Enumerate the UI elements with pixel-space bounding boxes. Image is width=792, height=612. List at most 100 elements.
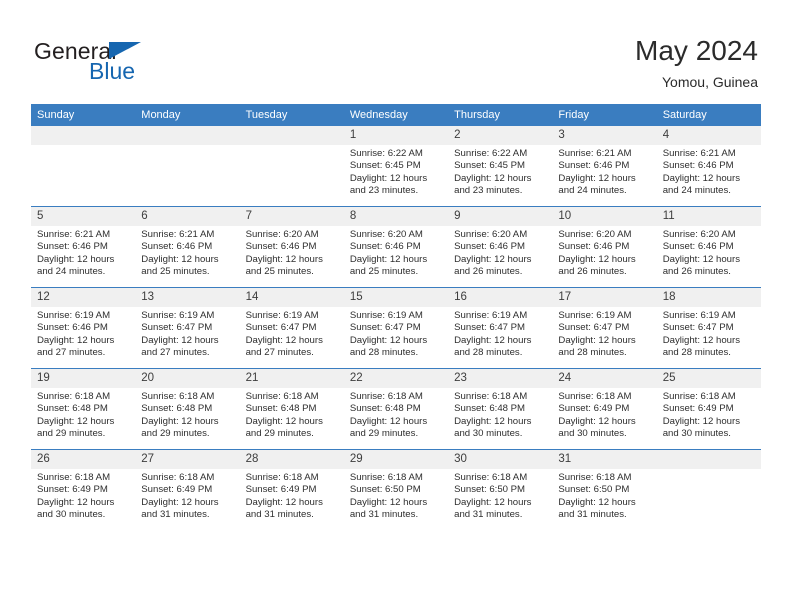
day-sunset-text: Sunset: 6:50 PM bbox=[558, 484, 630, 496]
calendar-day-cell[interactable]: 11 Sunrise: 6:20 AM Sunset: 6:46 PM Dayligh… bbox=[656, 206, 761, 288]
day-details: Sunrise: 6:18 AM Sunset: 6:50 PM Daylight:… bbox=[552, 469, 656, 522]
day-sunset-text: Sunset: 6:48 PM bbox=[37, 403, 108, 415]
day-number bbox=[135, 126, 240, 145]
day-number: 20 bbox=[135, 369, 240, 388]
calendar-day-cell[interactable]: 9 Sunrise: 6:20 AM Sunset: 6:46 PM Daylight… bbox=[448, 206, 553, 288]
day-sunrise-text: Sunrise: 6:18 AM bbox=[558, 391, 632, 402]
calendar-day-cell[interactable]: 3 Sunrise: 6:21 AM Sunset: 6:46 PM Daylight… bbox=[552, 126, 657, 207]
day-sunset-text: Sunset: 6:50 PM bbox=[349, 484, 421, 496]
day-sunrise-text: Sunrise: 6:21 AM bbox=[558, 148, 632, 159]
calendar-week-row: 19 Sunrise: 6:18 AM Sunset: 6:48 PM Dayligh… bbox=[31, 368, 761, 450]
day-daylight2-text: and 25 minutes. bbox=[245, 266, 314, 278]
day-sunrise-text: Sunrise: 6:19 AM bbox=[37, 310, 111, 321]
day-sunrise-text: Sunrise: 6:20 AM bbox=[245, 229, 319, 240]
weekday-header-thursday: Thursday bbox=[448, 104, 553, 126]
calendar-day-cell[interactable]: 6 Sunrise: 6:21 AM Sunset: 6:46 PM Daylight… bbox=[135, 206, 240, 288]
calendar-day-cell[interactable]: 4 Sunrise: 6:21 AM Sunset: 6:46 PM Daylight… bbox=[656, 126, 761, 207]
day-sunset-text: Sunset: 6:46 PM bbox=[37, 322, 108, 334]
day-sunset-text: Sunset: 6:48 PM bbox=[141, 403, 213, 415]
calendar-body: 1 Sunrise: 6:22 AM Sunset: 6:45 PM Daylight… bbox=[31, 126, 761, 530]
day-sunrise-text: Sunrise: 6:20 AM bbox=[349, 229, 423, 240]
calendar-day-cell[interactable]: 16 Sunrise: 6:19 AM Sunset: 6:47 PM Dayligh… bbox=[448, 287, 553, 369]
calendar-day-cell[interactable]: 27 Sunrise: 6:18 AM Sunset: 6:49 PM Dayligh… bbox=[135, 449, 240, 530]
calendar-day-cell[interactable]: 17 Sunrise: 6:19 AM Sunset: 6:47 PM Dayligh… bbox=[552, 287, 657, 369]
calendar-day-cell[interactable]: 12 Sunrise: 6:19 AM Sunset: 6:46 PM Dayligh… bbox=[31, 287, 136, 369]
calendar-day-cell[interactable]: 25 Sunrise: 6:18 AM Sunset: 6:49 PM Dayligh… bbox=[656, 368, 761, 450]
calendar-day-cell[interactable]: 30 Sunrise: 6:18 AM Sunset: 6:50 PM Dayligh… bbox=[448, 449, 553, 530]
calendar-day-cell[interactable]: 2 Sunrise: 6:22 AM Sunset: 6:45 PM Daylight… bbox=[448, 126, 553, 207]
day-daylight2-text: and 27 minutes. bbox=[141, 347, 210, 359]
day-daylight2-text: and 29 minutes. bbox=[349, 428, 419, 440]
day-daylight1-text: Daylight: 12 hours bbox=[37, 496, 115, 508]
day-number: 25 bbox=[656, 369, 761, 388]
calendar-day-cell[interactable]: 31 Sunrise: 6:18 AM Sunset: 6:50 PM Dayligh… bbox=[552, 449, 657, 530]
day-number: 22 bbox=[343, 369, 449, 388]
title-block: May 2024 Yomou, Guinea bbox=[635, 34, 758, 92]
calendar-day-cell[interactable]: 29 Sunrise: 6:18 AM Sunset: 6:50 PM Dayligh… bbox=[343, 449, 449, 530]
day-sunset-text: Sunset: 6:46 PM bbox=[454, 241, 526, 253]
day-details: Sunrise: 6:18 AM Sunset: 6:48 PM Daylight:… bbox=[31, 388, 135, 441]
day-daylight1-text: Daylight: 12 hours bbox=[37, 253, 115, 265]
calendar-day-cell[interactable]: 19 Sunrise: 6:18 AM Sunset: 6:48 PM Dayligh… bbox=[31, 368, 136, 450]
page-title: May 2024 bbox=[635, 35, 758, 66]
calendar-day-cell[interactable]: 8 Sunrise: 6:20 AM Sunset: 6:46 PM Daylight… bbox=[343, 206, 449, 288]
day-number: 17 bbox=[552, 288, 657, 307]
day-daylight1-text: Daylight: 12 hours bbox=[454, 172, 532, 184]
day-daylight1-text: Daylight: 12 hours bbox=[662, 172, 741, 184]
day-details: Sunrise: 6:19 AM Sunset: 6:46 PM Daylight:… bbox=[31, 307, 135, 360]
day-details: Sunrise: 6:18 AM Sunset: 6:48 PM Daylight:… bbox=[135, 388, 239, 441]
day-details: Sunrise: 6:21 AM Sunset: 6:46 PM Daylight:… bbox=[31, 226, 135, 279]
day-sunrise-text: Sunrise: 6:18 AM bbox=[37, 472, 111, 483]
day-number: 11 bbox=[656, 207, 761, 226]
day-daylight2-text: and 27 minutes. bbox=[245, 347, 314, 359]
calendar-day-cell[interactable]: 10 Sunrise: 6:20 AM Sunset: 6:46 PM Dayligh… bbox=[552, 206, 657, 288]
day-daylight1-text: Daylight: 12 hours bbox=[245, 415, 323, 427]
calendar-day-cell[interactable]: 13 Sunrise: 6:19 AM Sunset: 6:47 PM Dayligh… bbox=[135, 287, 240, 369]
day-details: Sunrise: 6:19 AM Sunset: 6:47 PM Daylight:… bbox=[344, 307, 448, 360]
day-daylight2-text: and 25 minutes. bbox=[349, 266, 419, 278]
day-sunrise-text: Sunrise: 6:18 AM bbox=[454, 472, 528, 483]
day-number: 30 bbox=[448, 450, 553, 469]
day-number: 23 bbox=[448, 369, 553, 388]
day-daylight1-text: Daylight: 12 hours bbox=[141, 415, 219, 427]
calendar-week-row: 5 Sunrise: 6:21 AM Sunset: 6:46 PM Daylight… bbox=[31, 206, 761, 288]
calendar-day-cell[interactable]: 14 Sunrise: 6:19 AM Sunset: 6:47 PM Dayligh… bbox=[239, 287, 344, 369]
calendar-day-cell[interactable]: 18 Sunrise: 6:19 AM Sunset: 6:47 PM Dayligh… bbox=[656, 287, 761, 369]
day-details: Sunrise: 6:18 AM Sunset: 6:49 PM Daylight:… bbox=[552, 388, 656, 441]
day-details: Sunrise: 6:19 AM Sunset: 6:47 PM Daylight:… bbox=[448, 307, 552, 360]
day-daylight1-text: Daylight: 12 hours bbox=[141, 334, 219, 346]
day-daylight1-text: Daylight: 12 hours bbox=[454, 496, 532, 508]
calendar-day-cell[interactable]: 20 Sunrise: 6:18 AM Sunset: 6:48 PM Dayligh… bbox=[135, 368, 240, 450]
calendar-page: General Blue May 2024 Yomou, Guinea Sund… bbox=[0, 0, 792, 612]
day-daylight1-text: Daylight: 12 hours bbox=[349, 253, 428, 265]
calendar-day-cell[interactable]: 21 Sunrise: 6:18 AM Sunset: 6:48 PM Dayligh… bbox=[239, 368, 344, 450]
calendar-day-cell[interactable]: 7 Sunrise: 6:20 AM Sunset: 6:46 PM Daylight… bbox=[239, 206, 344, 288]
calendar-day-cell[interactable]: 28 Sunrise: 6:18 AM Sunset: 6:49 PM Dayligh… bbox=[239, 449, 344, 530]
day-details: Sunrise: 6:19 AM Sunset: 6:47 PM Daylight:… bbox=[135, 307, 239, 360]
day-details: Sunrise: 6:19 AM Sunset: 6:47 PM Daylight:… bbox=[240, 307, 344, 360]
weekday-header-saturday: Saturday bbox=[656, 104, 761, 126]
day-details: Sunrise: 6:21 AM Sunset: 6:46 PM Daylight:… bbox=[657, 145, 761, 198]
calendar-day-cell[interactable]: 26 Sunrise: 6:18 AM Sunset: 6:49 PM Dayligh… bbox=[31, 449, 136, 530]
day-sunset-text: Sunset: 6:46 PM bbox=[245, 241, 317, 253]
day-sunrise-text: Sunrise: 6:19 AM bbox=[662, 310, 736, 321]
day-daylight2-text: and 28 minutes. bbox=[349, 347, 419, 359]
day-sunrise-text: Sunrise: 6:18 AM bbox=[37, 391, 111, 402]
day-sunset-text: Sunset: 6:48 PM bbox=[245, 403, 317, 415]
calendar-day-cell[interactable]: 23 Sunrise: 6:18 AM Sunset: 6:48 PM Dayligh… bbox=[448, 368, 553, 450]
weekday-header-monday: Monday bbox=[135, 104, 240, 126]
calendar-day-cell[interactable]: 5 Sunrise: 6:21 AM Sunset: 6:46 PM Daylight… bbox=[31, 206, 136, 288]
calendar-day-cell[interactable]: 15 Sunrise: 6:19 AM Sunset: 6:47 PM Dayligh… bbox=[343, 287, 449, 369]
logo-triangle-icon bbox=[109, 42, 141, 59]
day-details: Sunrise: 6:18 AM Sunset: 6:49 PM Daylight:… bbox=[657, 388, 761, 441]
calendar-day-cell[interactable]: 1 Sunrise: 6:22 AM Sunset: 6:45 PM Daylight… bbox=[343, 126, 449, 207]
day-details: Sunrise: 6:20 AM Sunset: 6:46 PM Daylight:… bbox=[552, 226, 656, 279]
day-sunrise-text: Sunrise: 6:19 AM bbox=[245, 310, 319, 321]
day-sunrise-text: Sunrise: 6:21 AM bbox=[37, 229, 111, 240]
general-blue-logo[interactable]: General Blue bbox=[34, 38, 214, 86]
day-details: Sunrise: 6:19 AM Sunset: 6:47 PM Daylight:… bbox=[657, 307, 761, 360]
day-daylight2-text: and 28 minutes. bbox=[454, 347, 523, 359]
calendar-day-cell[interactable]: 22 Sunrise: 6:18 AM Sunset: 6:48 PM Dayligh… bbox=[343, 368, 449, 450]
calendar-day-cell[interactable]: 24 Sunrise: 6:18 AM Sunset: 6:49 PM Dayligh… bbox=[552, 368, 657, 450]
day-daylight1-text: Daylight: 12 hours bbox=[662, 253, 741, 265]
